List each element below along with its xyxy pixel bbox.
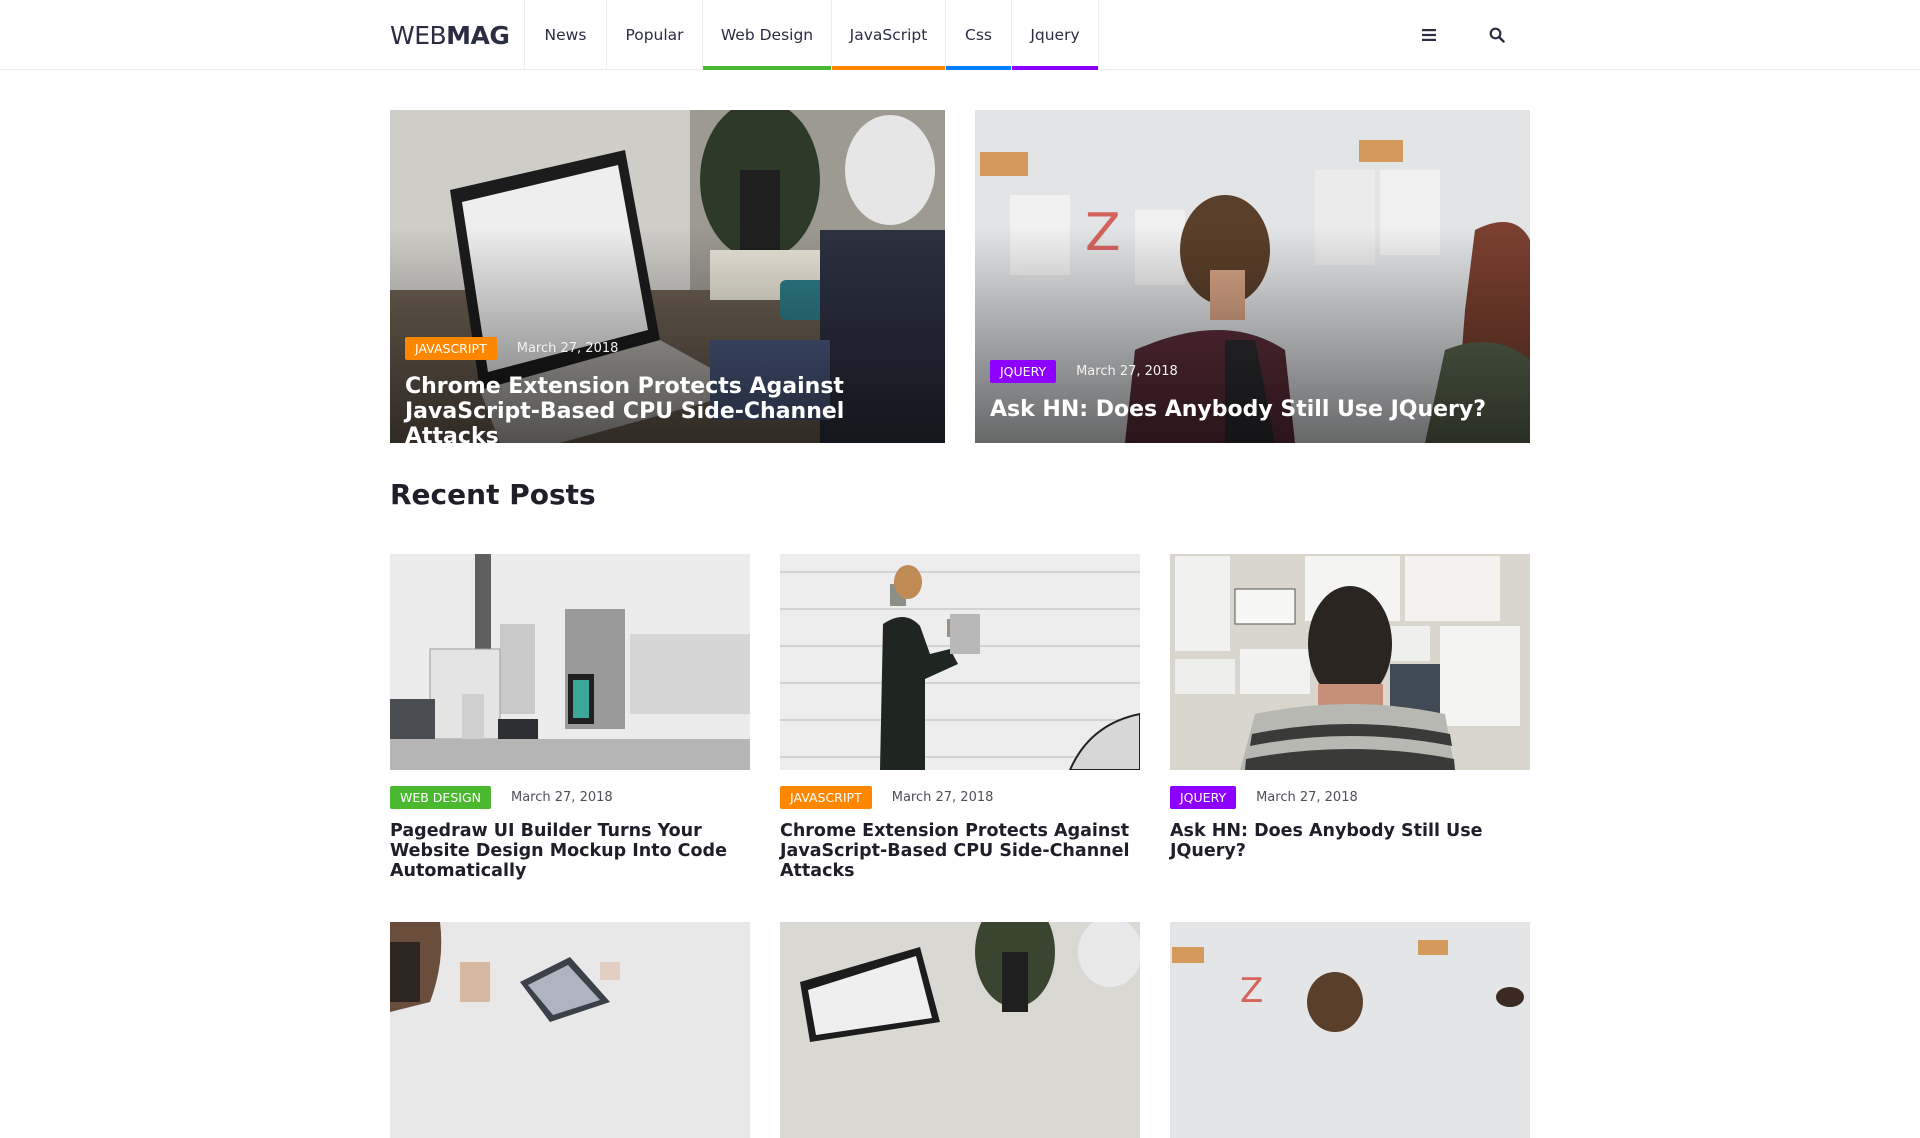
post-date: March 27, 2018 [516, 341, 619, 356]
post-card [780, 922, 1140, 1138]
nav-label: Css [965, 26, 992, 44]
post-date: March 27, 2018 [1256, 790, 1358, 805]
post-card: JAVASCRIPT March 27, 2018 Chrome Extensi… [780, 554, 1140, 881]
post-meta: JQUERY March 27, 2018 [990, 360, 1178, 383]
post-date: March 27, 2018 [1076, 364, 1178, 379]
post-card: Z [1170, 922, 1530, 1138]
category-badge[interactable]: JQUERY [990, 360, 1057, 383]
post-date: March 27, 2018 [511, 790, 613, 805]
post-date: March 27, 2018 [891, 790, 994, 805]
site-logo[interactable]: WEBMAG [390, 21, 510, 50]
nav-item-news[interactable]: News [524, 0, 606, 70]
nav-item-css[interactable]: Css [945, 0, 1011, 70]
category-badge[interactable]: WEB DESIGN [390, 786, 491, 809]
nav-item-popular[interactable]: Popular [606, 0, 702, 70]
post-title[interactable]: Ask HN: Does Anybody Still Use JQuery? [1170, 821, 1530, 861]
main-nav: News Popular Web Design JavaScript Css J… [524, 0, 1099, 70]
post-meta: WEB DESIGN March 27, 2018 [390, 786, 750, 809]
nav-label: Web Design [720, 26, 814, 44]
image-laptop [780, 922, 1140, 1138]
nav-label: JavaScript [849, 26, 928, 44]
svg-text:Z: Z [1240, 971, 1263, 1011]
category-badge[interactable]: JAVASCRIPT [780, 786, 872, 809]
nav-item-javascript[interactable]: JavaScript [831, 0, 945, 70]
post-image[interactable] [780, 922, 1140, 1138]
post-meta: JAVASCRIPT March 27, 2018 [780, 786, 1140, 809]
post-image[interactable] [780, 554, 1140, 770]
post-card: WEB DESIGN March 27, 2018 Pagedraw UI Bu… [390, 554, 750, 881]
nav-item-jquery[interactable]: Jquery [1011, 0, 1099, 70]
post-image[interactable]: Z [1170, 922, 1530, 1138]
search-icon[interactable] [1484, 22, 1510, 48]
nav-item-web-design[interactable]: Web Design [702, 0, 831, 70]
post-image[interactable] [390, 922, 750, 1138]
post-image[interactable] [1170, 554, 1530, 770]
featured-post[interactable]: JAVASCRIPT March 27, 2018 Chrome Extensi… [390, 110, 945, 443]
post-title[interactable]: Chrome Extension Protects Against JavaSc… [405, 374, 925, 443]
image-whiteboard: Z [1170, 922, 1530, 1138]
menu-icon[interactable] [1416, 22, 1442, 48]
logo-mag: MAG [446, 21, 510, 50]
image-overlay [975, 110, 1530, 443]
category-badge[interactable]: JAVASCRIPT [405, 337, 497, 360]
image-office-desk [390, 554, 750, 770]
image-man-looking-at-board [1170, 554, 1530, 770]
nav-accent-bar [946, 66, 1011, 70]
post-card: JQUERY March 27, 2018 Ask HN: Does Anybo… [1170, 554, 1530, 861]
post-title[interactable]: Ask HN: Does Anybody Still Use JQuery? [990, 397, 1510, 422]
image-man-at-wall [780, 554, 1140, 770]
nav-label: Popular [625, 26, 684, 44]
post-image[interactable] [390, 554, 750, 770]
post-card [390, 922, 750, 1138]
nav-accent-bar [1012, 66, 1098, 70]
post-meta: JAVASCRIPT March 27, 2018 [405, 337, 618, 360]
nav-label: News [544, 26, 587, 44]
nav-accent-bar [703, 66, 831, 70]
post-title[interactable]: Chrome Extension Protects Against JavaSc… [780, 821, 1140, 881]
featured-post[interactable]: Z JQUERY March 27, 2018 Ask HN: Does Any… [975, 110, 1530, 443]
logo-web: WEB [390, 21, 447, 50]
section-title-recent-posts: Recent Posts [390, 478, 596, 511]
site-header: WEBMAG News Popular Web Design JavaScrip… [0, 0, 1920, 70]
category-badge[interactable]: JQUERY [1170, 786, 1237, 809]
nav-accent-bar [832, 66, 945, 70]
nav-label: Jquery [1030, 26, 1080, 44]
post-meta: JQUERY March 27, 2018 [1170, 786, 1530, 809]
image-man-with-tablet [390, 922, 750, 1138]
post-title[interactable]: Pagedraw UI Builder Turns Your Website D… [390, 821, 750, 881]
